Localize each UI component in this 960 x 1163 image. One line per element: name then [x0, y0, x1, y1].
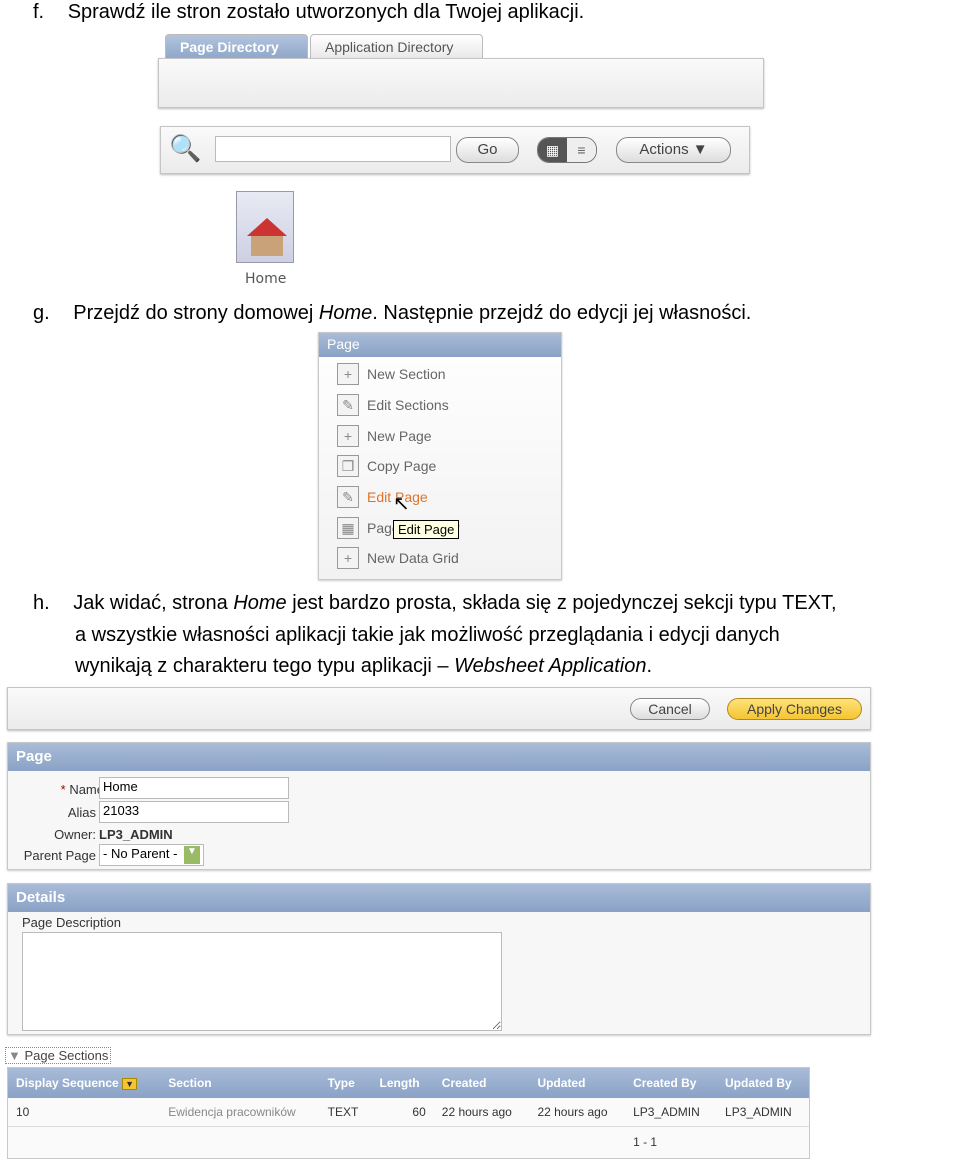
new-data-grid-icon: + — [337, 547, 359, 569]
menu-item-new-section[interactable]: + New Section — [337, 363, 446, 385]
new-page-icon: + — [337, 425, 359, 447]
col-display-sequence[interactable]: Display Sequence ▼ — [8, 1068, 160, 1098]
menu-label: New Data Grid — [367, 550, 459, 566]
col-updated-by[interactable]: Updated By — [717, 1068, 809, 1098]
step-f: f. Sprawdź ile stron zostało utworzonych… — [33, 1, 584, 24]
report-view-icon[interactable]: ≡ — [567, 138, 596, 162]
pagination-row: 1 - 1 — [8, 1126, 809, 1158]
menu-item-edit-page[interactable]: ✎ Edit Page — [337, 486, 428, 508]
page-sections-table: Display Sequence ▼ Section Type Length C… — [7, 1067, 810, 1159]
grid-icon: ▦ — [337, 517, 359, 539]
menu-label: New Section — [367, 366, 446, 382]
tooltip: Edit Page — [393, 520, 460, 539]
home-page-icon[interactable] — [236, 191, 294, 263]
alias-input[interactable]: 21033 — [99, 801, 289, 823]
step-text: Sprawdź ile stron zostało utworzonych dl… — [67, 1, 585, 23]
step-text: . — [646, 655, 652, 677]
cell-created-by: LP3_ADMIN — [633, 1104, 700, 1119]
table-row: 10 Ewidencja pracowników TEXT 60 22 hour… — [8, 1098, 809, 1126]
step-h: h. Jak widać, strona Home jest bardzo pr… — [33, 592, 837, 615]
col-section[interactable]: Section — [160, 1068, 319, 1098]
step-h-line3: wynikają z charakteru tego typu aplikacj… — [75, 655, 652, 678]
step-text: Jak widać, strona — [73, 592, 234, 614]
chevron-down-icon: ▼ — [692, 141, 708, 158]
step-marker: g. — [33, 302, 50, 324]
new-section-icon: + — [337, 363, 359, 385]
parent-page-select[interactable]: - No Parent - ▼ — [99, 844, 204, 866]
menu-label: Edit Sections — [367, 397, 449, 413]
page-description-textarea[interactable] — [22, 932, 502, 1031]
page-panel-title: Page — [8, 743, 870, 771]
tab-page-directory[interactable]: Page Directory — [165, 34, 308, 59]
page-menu: Page + New Section ✎ Edit Sections + New Pa… — [318, 332, 562, 580]
col-created-by[interactable]: Created By — [625, 1068, 717, 1098]
col-type[interactable]: Type — [320, 1068, 372, 1098]
col-length[interactable]: Length — [372, 1068, 434, 1098]
menu-label: New Page — [367, 428, 432, 444]
tab-content-bar — [158, 58, 764, 108]
step-emphasis: Home — [318, 302, 373, 324]
cell-updated: 22 hours ago — [537, 1104, 608, 1119]
menu-item-new-data-grid[interactable]: + New Data Grid — [337, 547, 459, 569]
name-input[interactable]: Home — [99, 777, 289, 799]
copy-icon: ❐ — [337, 455, 359, 477]
pencil-icon: ✎ — [337, 486, 359, 508]
cell-section-link[interactable]: Ewidencja pracowników — [160, 1098, 319, 1126]
section-title: Page Sections — [24, 1048, 109, 1063]
step-text: jest bardzo prosta, składa się z pojedyn… — [286, 592, 837, 614]
pencil-icon: ✎ — [337, 394, 359, 416]
column-label: Display Sequence — [16, 1076, 119, 1090]
name-label: * Name — [44, 782, 104, 797]
step-h-line2: a wszystkie własności aplikacji takie ja… — [75, 624, 780, 646]
collapse-icon: ▼ — [8, 1048, 21, 1063]
owner-label: Owner: — [54, 827, 96, 842]
cell-sequence: 10 — [16, 1104, 30, 1119]
step-marker: f. — [33, 1, 45, 23]
page-menu-title: Page — [319, 333, 561, 357]
tab-application-directory[interactable]: Application Directory — [310, 34, 483, 59]
sort-dropdown-icon[interactable]: ▼ — [122, 1078, 137, 1090]
actions-label: Actions — [639, 141, 689, 158]
step-text: . Następnie przejdź do edycji jej własno… — [372, 302, 752, 324]
icons-view-icon[interactable]: ▦ — [538, 138, 567, 162]
details-panel: Details Page Description — [7, 883, 871, 1035]
details-panel-title: Details — [8, 884, 870, 912]
chevron-down-icon: ▼ — [184, 846, 200, 864]
parent-page-label: Parent Page — [23, 848, 96, 863]
page-sections-toggle[interactable]: ▼ Page Sections — [5, 1047, 112, 1064]
view-toggle[interactable]: ▦ ≡ — [537, 137, 597, 163]
step-emphasis: Websheet Application — [454, 655, 647, 677]
step-text: Przejdź do strony domowej — [73, 302, 319, 324]
page-panel: Page * Name Home Alias 21033 Owner: LP3_… — [7, 742, 871, 870]
magnifier-icon[interactable]: 🔍 — [169, 133, 201, 164]
menu-item-copy-page[interactable]: ❐ Copy Page — [337, 455, 436, 477]
step-marker: h. — [33, 592, 50, 614]
step-emphasis: Home — [233, 592, 287, 614]
page-description-label: Page Description — [22, 915, 121, 930]
col-created[interactable]: Created — [434, 1068, 530, 1098]
step-g: g. Przejdź do strony domowej Home. Nastę… — [33, 302, 751, 325]
pagination: 1 - 1 — [633, 1135, 658, 1150]
go-button[interactable]: Go — [456, 137, 519, 163]
menu-item-edit-sections[interactable]: ✎ Edit Sections — [337, 394, 449, 416]
step-text: wynikają z charakteru tego typu aplikacj… — [75, 655, 455, 677]
cancel-button[interactable]: Cancel — [630, 698, 710, 720]
apply-changes-button[interactable]: Apply Changes — [727, 698, 862, 720]
cell-updated-by: LP3_ADMIN — [725, 1104, 792, 1119]
table-header: Display Sequence ▼ Section Type Length C… — [8, 1068, 809, 1098]
cell-type: TEXT — [327, 1104, 359, 1119]
col-updated[interactable]: Updated — [529, 1068, 625, 1098]
cell-created: 22 hours ago — [441, 1104, 512, 1119]
menu-label: Copy Page — [367, 458, 437, 474]
required-icon: * — [60, 782, 66, 797]
alias-label: Alias — [67, 805, 96, 820]
search-input[interactable] — [215, 136, 451, 162]
owner-value: LP3_ADMIN — [99, 827, 173, 842]
page-label-home[interactable]: Home — [245, 271, 286, 287]
menu-item-new-page[interactable]: + New Page — [337, 425, 432, 447]
mouse-cursor-icon: ↖ — [393, 493, 410, 515]
actions-button[interactable]: Actions ▼ — [616, 137, 731, 163]
select-value: - No Parent - — [103, 846, 178, 861]
cell-length: 60 — [412, 1104, 426, 1119]
